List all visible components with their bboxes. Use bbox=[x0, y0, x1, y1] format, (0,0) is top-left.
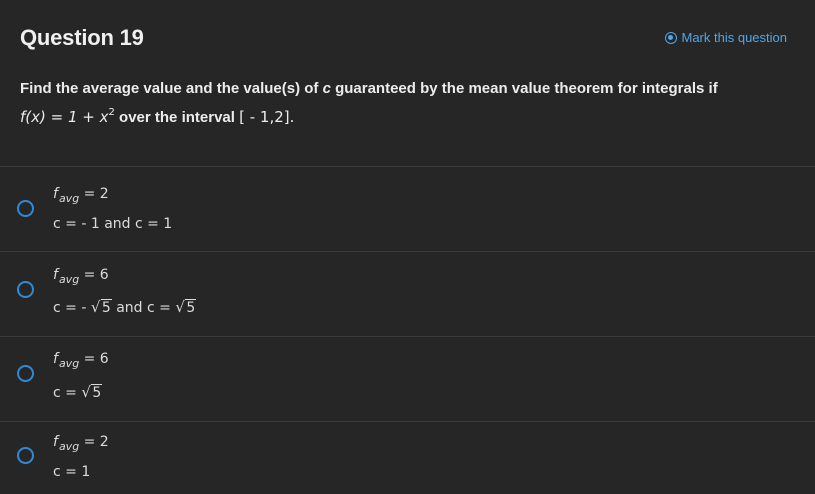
function-exponent: 2 bbox=[108, 107, 115, 118]
answer-choice-1[interactable]: favg = 2 c = - 1 and c = 1 bbox=[0, 167, 815, 252]
c-value-line: c = - 1 and c = 1 bbox=[53, 216, 173, 232]
sqrt-symbol: 5 bbox=[81, 383, 103, 401]
favg-line: favg = 2 bbox=[53, 434, 109, 453]
c-value-line: c = 1 bbox=[53, 464, 91, 480]
question-title: Question 19 bbox=[20, 25, 144, 50]
radio-button[interactable] bbox=[17, 447, 34, 464]
radio-button[interactable] bbox=[17, 365, 34, 382]
favg-line: favg = 6 bbox=[53, 351, 109, 370]
favg-line: favg = 6 bbox=[53, 267, 109, 286]
sqrt-symbol: 5 bbox=[175, 298, 197, 316]
function-lhs: f(x) = 1 + x bbox=[20, 108, 109, 126]
stem-text: Find the average value and the value(s) … bbox=[20, 80, 718, 97]
answer-choice-3[interactable]: favg = 6 c = 5 bbox=[0, 337, 815, 422]
sqrt-symbol: 5 bbox=[91, 298, 112, 316]
mark-question-button[interactable]: Mark this question bbox=[664, 30, 788, 45]
favg-line: favg = 2 bbox=[53, 186, 109, 205]
interval-value: [ - 1,2]. bbox=[239, 108, 295, 126]
mark-question-label: Mark this question bbox=[681, 30, 788, 45]
stem-c-variable: c bbox=[322, 80, 331, 97]
radio-button[interactable] bbox=[17, 281, 34, 298]
question-stem: Find the average value and the value(s) … bbox=[0, 76, 815, 167]
c-value-line: c = 5 bbox=[53, 383, 103, 401]
question-panel: Question 19 Mark this question Find the … bbox=[0, 0, 815, 494]
question-header: Question 19 Mark this question bbox=[0, 0, 815, 76]
radio-target-icon bbox=[664, 31, 677, 44]
answer-choice-2[interactable]: favg = 6 c = - 5 and c = 5 bbox=[0, 252, 815, 337]
over-interval-text: over the interval bbox=[119, 109, 235, 126]
stem-function: f(x) = 1 + x2 over the interval [ - 1,2]… bbox=[20, 107, 294, 126]
answer-choice-4[interactable]: favg = 2 c = 1 bbox=[0, 422, 815, 494]
radio-button[interactable] bbox=[17, 200, 34, 217]
c-value-line: c = - 5 and c = 5 bbox=[53, 298, 197, 316]
